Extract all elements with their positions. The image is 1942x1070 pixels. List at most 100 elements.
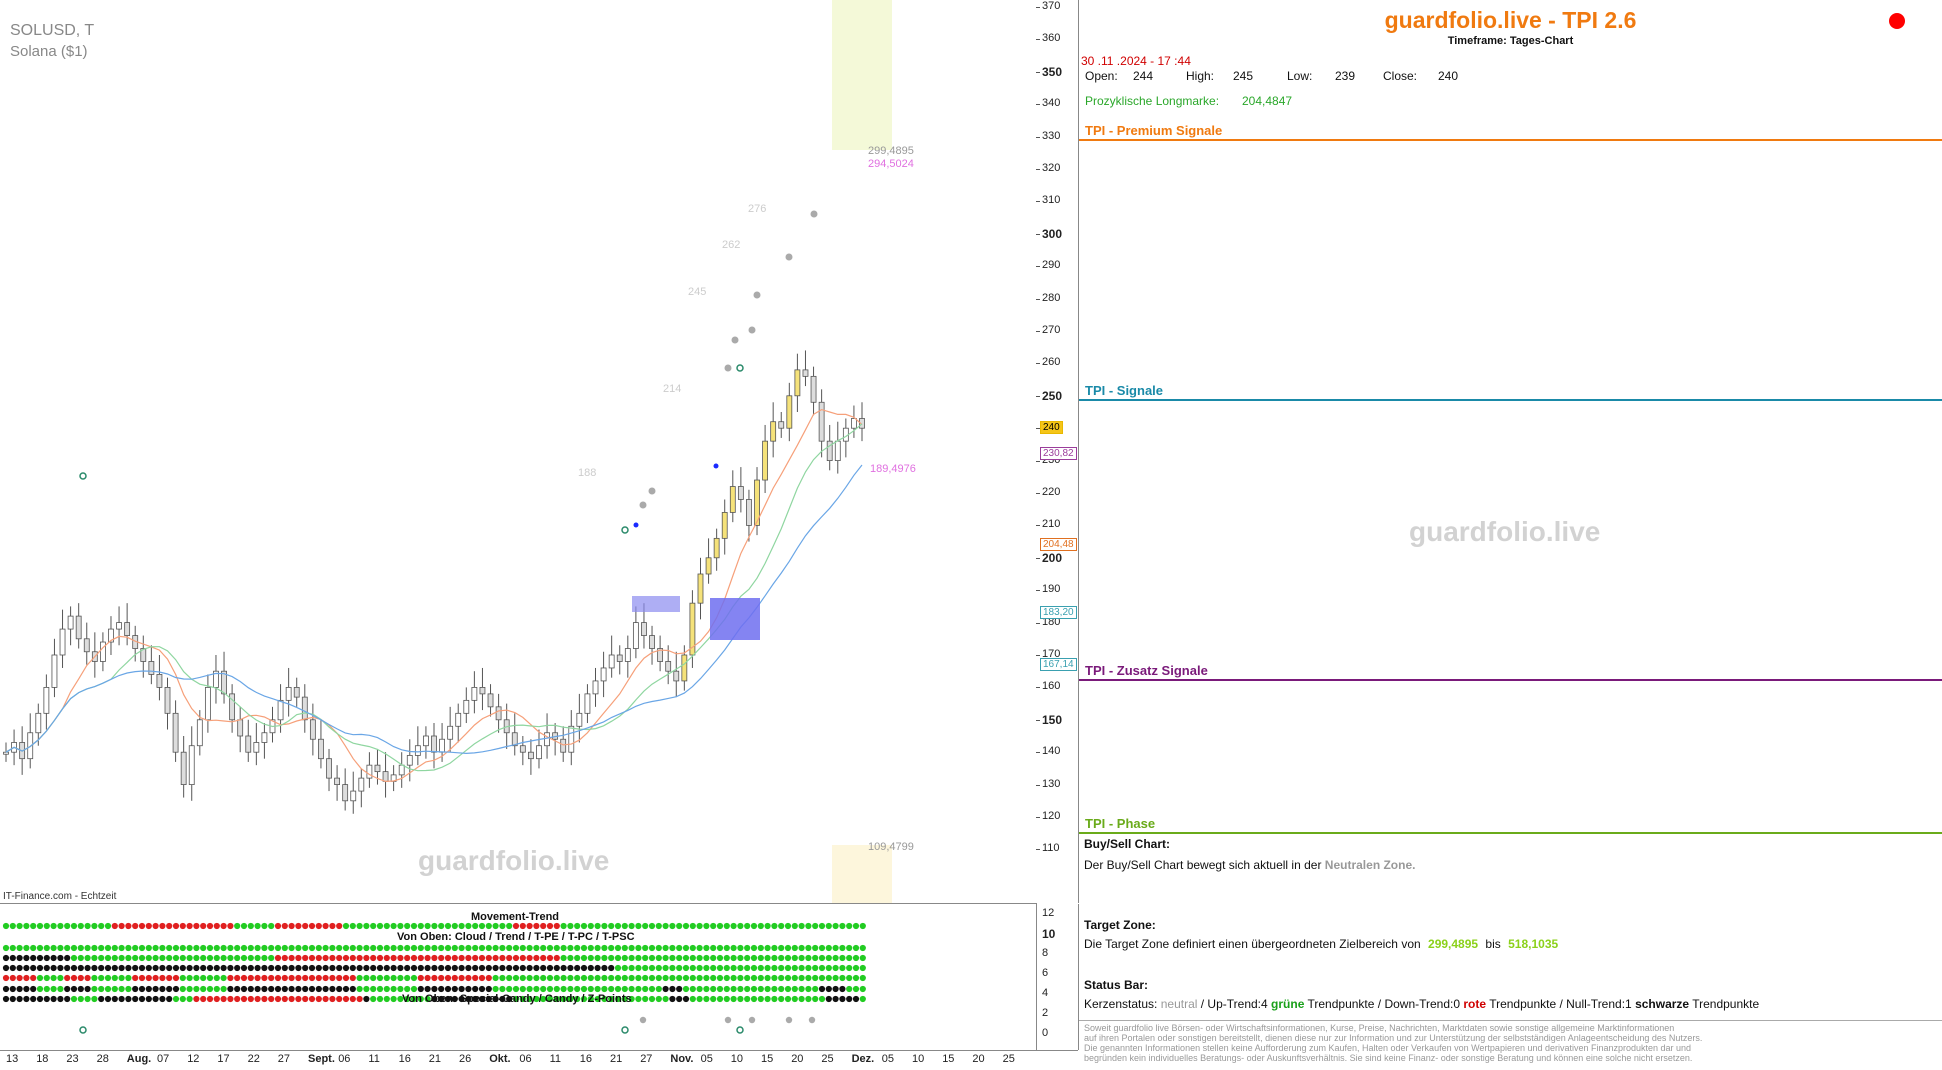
- trend-dot: [859, 954, 866, 962]
- trend-dot: [540, 944, 547, 952]
- trend-dot: [499, 985, 506, 993]
- trend-dot: [730, 964, 737, 972]
- price-axis[interactable]: 1101201301401501601701801902002102202302…: [1036, 0, 1079, 903]
- trend-dot: [635, 944, 642, 952]
- candle-body: [309, 719, 316, 740]
- trend-dot: [30, 985, 37, 993]
- candle-body: [374, 764, 381, 773]
- price-tick-mark: [1036, 719, 1040, 721]
- price-tick: 120: [1042, 810, 1061, 822]
- time-tick: 11: [549, 1053, 562, 1065]
- trend-dot: [587, 964, 594, 972]
- trend-dot: [832, 974, 839, 982]
- trend-dot: [805, 964, 812, 972]
- price-tick: 370: [1042, 0, 1061, 12]
- trend-dot: [172, 944, 180, 952]
- trend-dot: [846, 944, 853, 952]
- price-tick: 270: [1042, 324, 1061, 336]
- trend-dot: [145, 944, 152, 952]
- downtrend-unit: Trendpunkte: [1489, 997, 1557, 1011]
- kerzenstatus-value: neutral: [1160, 997, 1198, 1011]
- close-value: 240: [1438, 69, 1459, 83]
- price-tick-mark: [1036, 590, 1040, 592]
- zusatz-divider: [1079, 679, 1942, 681]
- trend-dot: [594, 974, 601, 982]
- trend-dot: [689, 985, 696, 993]
- trend-dot: [444, 954, 452, 962]
- trend-dot: [771, 995, 778, 1003]
- trend-dot: [370, 964, 377, 972]
- statusbar-text: Kerzenstatus: neutral / Up-Trend:4 grüne…: [1084, 997, 1759, 1011]
- trend-dot: [546, 954, 554, 962]
- trend-dot: [2, 964, 10, 972]
- trend-dot: [621, 985, 628, 993]
- price-tick-mark: [1036, 493, 1040, 494]
- trend-dot: [363, 964, 370, 972]
- trend-dot: [825, 974, 832, 982]
- trend-dot: [336, 964, 343, 972]
- trend-dot: [404, 974, 411, 982]
- price-chart-pane[interactable]: 299,4895 294,5024 189,4976 109,4799 276 262 24…: [0, 0, 1037, 904]
- trend-dot: [322, 954, 329, 962]
- trend-dot: [710, 944, 717, 952]
- trend-dot: [839, 964, 846, 972]
- trend-dot: [757, 964, 764, 972]
- trend-dot: [390, 974, 397, 982]
- trend-dot: [404, 954, 411, 962]
- price-tick: 310: [1042, 194, 1061, 207]
- trend-dot: [710, 922, 717, 930]
- trend-dot: [43, 944, 50, 952]
- trend-dot: [710, 964, 717, 972]
- indicator-tick: 0: [1042, 1027, 1049, 1039]
- trend-dot: [234, 995, 241, 1003]
- trend-dot: [608, 974, 615, 982]
- trend-dot: [546, 964, 554, 972]
- trend-dot: [812, 974, 819, 982]
- trend-dot: [329, 995, 336, 1003]
- trend-dot: [295, 985, 302, 993]
- trend-dot: [784, 974, 792, 982]
- trend-dot: [431, 922, 438, 930]
- trend-dot: [70, 985, 78, 993]
- candle-body: [439, 738, 445, 753]
- trend-dot: [478, 954, 486, 962]
- trend-dot: [179, 985, 186, 993]
- trend-dot: [737, 954, 744, 962]
- trend-dot: [261, 995, 268, 1003]
- time-axis[interactable]: 13 18 23 28 Aug. 07 12 17 22 27 Sept. 06 11 16 21 26 Okt…: [0, 1050, 1078, 1070]
- candle-body: [624, 648, 631, 662]
- trend-dot: [682, 985, 690, 993]
- trend-dot: [200, 922, 207, 930]
- trend-dot: [689, 954, 696, 962]
- trend-dot: [567, 974, 574, 982]
- price-chart[interactable]: 299,4895294,5024 189,4976 109,4799 276 262 24…: [0, 0, 1036, 903]
- candle-body: [641, 622, 647, 636]
- trend-dot: [125, 944, 132, 952]
- trend-dot: [750, 954, 758, 962]
- trend-dot: [764, 954, 771, 962]
- trend-dot: [288, 964, 295, 972]
- uptrend-label: / Up-Trend:4: [1200, 997, 1268, 1011]
- trend-dot: [84, 964, 91, 972]
- trend-dot: [43, 964, 50, 972]
- trend-dot: [472, 944, 479, 952]
- candle-body: [697, 573, 704, 604]
- trend-dot: [98, 954, 105, 962]
- trend-dot: [23, 985, 30, 993]
- trend-dot: [240, 985, 248, 993]
- time-tick: 28: [96, 1053, 109, 1065]
- trend-dot: [533, 974, 540, 982]
- high-label: High:: [1186, 69, 1215, 83]
- indicator-pane[interactable]: Movement-Trend Von Oben: Cloud / Trend /…: [0, 904, 1037, 1050]
- trend-dot: [608, 985, 615, 993]
- trend-dot: [465, 922, 472, 930]
- trend-dot: [50, 985, 57, 993]
- trend-dot: [98, 995, 105, 1003]
- trend-dot: [363, 985, 370, 993]
- trend-dot: [159, 974, 166, 982]
- trend-dot: [152, 964, 159, 972]
- trend-dot: [227, 995, 234, 1003]
- trend-dot: [730, 922, 737, 930]
- trend-dot: [206, 922, 214, 930]
- trend-dot: [397, 922, 404, 930]
